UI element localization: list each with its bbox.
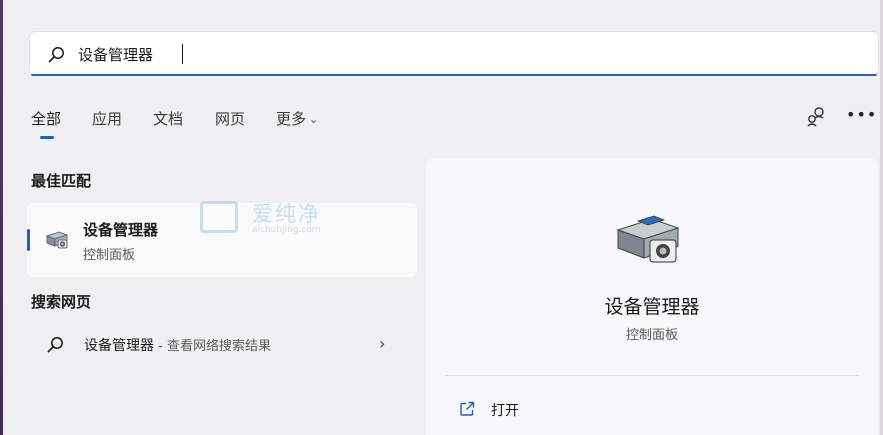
detail-title: 设备管理器 (604, 296, 700, 318)
detail-pane: 设备管理器 控制面板 打开 (426, 158, 878, 435)
web-search-suffix: - 查看网络搜索结果 (154, 339, 271, 354)
divider (445, 375, 859, 376)
best-match-title: 设备管理器 (83, 221, 159, 239)
tab-web[interactable]: 网页 (215, 108, 245, 129)
device-manager-icon (45, 231, 69, 249)
open-action[interactable]: 打开 (445, 392, 859, 426)
search-box[interactable] (29, 31, 879, 76)
more-icon[interactable]: ••• (846, 104, 876, 126)
detail-subtitle: 控制面板 (625, 328, 678, 343)
chevron-down-icon: ⌄ (309, 113, 319, 126)
text-caret (182, 44, 183, 64)
best-match-subtitle: 控制面板 (83, 248, 136, 263)
chevron-right-icon: › (379, 334, 386, 353)
open-external-icon (460, 401, 475, 416)
open-action-label: 打开 (491, 403, 519, 419)
watermark: 爱纯净 aichunjing.com (200, 198, 345, 238)
web-search-text: 设备管理器 - 查看网络搜索结果 (84, 335, 271, 355)
tab-all[interactable]: 全部 (31, 108, 61, 129)
tab-documents[interactable]: 文档 (153, 108, 183, 129)
device-manager-icon (616, 215, 680, 263)
active-tab-indicator (40, 136, 54, 139)
window-frame-left (0, 0, 3, 435)
watermark-brand: 爱纯净 (252, 202, 321, 226)
tab-more-label: 更多 (276, 110, 307, 128)
search-icon (48, 47, 64, 63)
search-input[interactable] (78, 42, 578, 66)
tab-apps[interactable]: 应用 (92, 108, 122, 129)
best-match-heading: 最佳匹配 (31, 172, 92, 190)
watermark-url: aichunjing.com (252, 225, 321, 235)
search-icon (47, 337, 63, 353)
share-icon[interactable] (805, 106, 827, 128)
selection-accent (27, 229, 30, 251)
tab-more[interactable]: 更多 ⌄ (276, 108, 318, 129)
web-search-query: 设备管理器 (84, 338, 154, 354)
web-search-result[interactable]: 设备管理器 - 查看网络搜索结果 › (27, 325, 417, 365)
watermark-logo (200, 201, 238, 233)
web-search-heading: 搜索网页 (31, 293, 92, 311)
